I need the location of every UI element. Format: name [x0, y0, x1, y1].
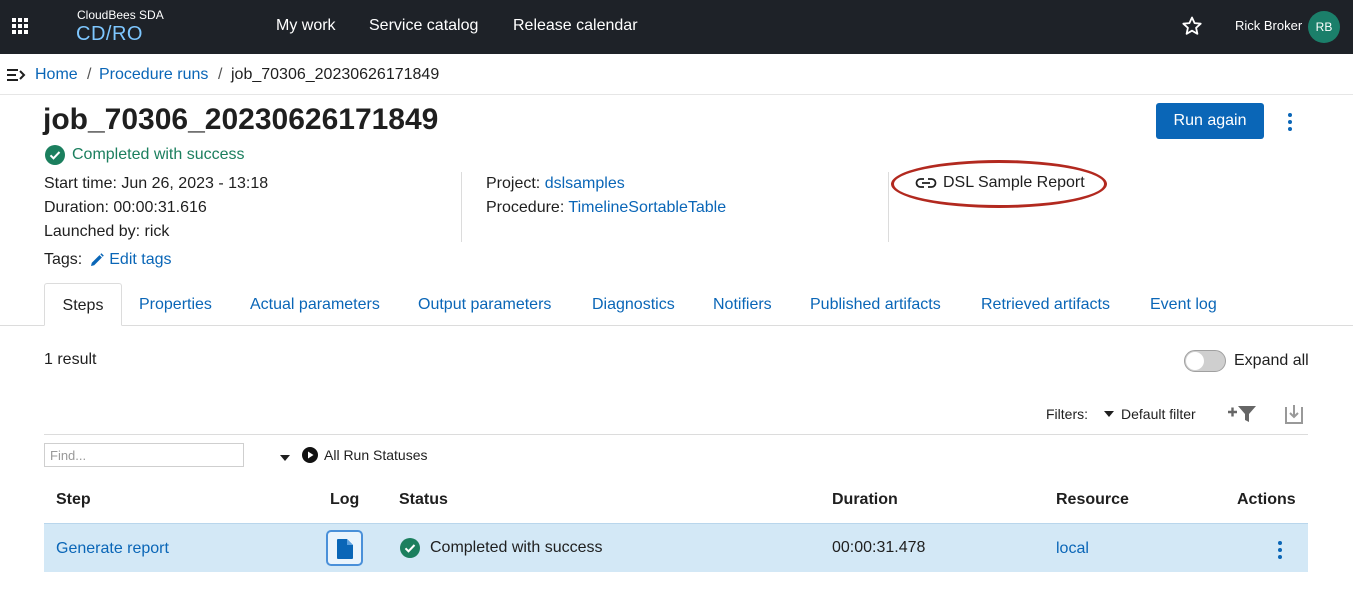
add-filter-icon[interactable] — [1227, 403, 1257, 425]
breadcrumb: Home / Procedure runs / job_70306_202306… — [0, 54, 1353, 95]
tab-output-parameters[interactable]: Output parameters — [418, 283, 551, 326]
duration-value: 00:00:31.616 — [113, 199, 207, 216]
duration-label: Duration: — [44, 199, 109, 216]
nav-my-work[interactable]: My work — [276, 17, 336, 35]
more-actions-icon[interactable] — [1287, 113, 1293, 134]
edit-tags-link[interactable]: Edit tags — [90, 251, 172, 269]
row-actions-icon[interactable] — [1277, 541, 1283, 562]
check-circle-icon — [400, 538, 420, 558]
column-header-resource[interactable]: Resource — [1056, 491, 1129, 509]
highlight-annotation — [891, 160, 1107, 208]
expand-all-toggle[interactable] — [1184, 350, 1226, 372]
run-again-button[interactable]: Run again — [1156, 103, 1264, 139]
start-time-value: Jun 26, 2023 - 13:18 — [121, 175, 269, 192]
breadcrumb-procedure-runs[interactable]: Procedure runs — [99, 66, 208, 84]
resource-link[interactable]: local — [1056, 540, 1089, 558]
breadcrumb-separator: / — [218, 66, 223, 83]
pencil-icon — [91, 253, 105, 266]
nav-service-catalog[interactable]: Service catalog — [369, 17, 478, 35]
start-time-label: Start time: — [44, 175, 117, 192]
brand-company: CloudBees SDA — [77, 8, 164, 22]
procedure: Procedure: TimelineSortableTable — [486, 199, 726, 217]
export-icon[interactable] — [1284, 403, 1304, 425]
tab-diagnostics[interactable]: Diagnostics — [592, 283, 675, 326]
project-link[interactable]: dslsamples — [545, 175, 625, 192]
menu-toggle-icon[interactable] — [6, 67, 26, 83]
breadcrumb-current: job_70306_20230626171849 — [231, 66, 440, 83]
launched-by-value: rick — [144, 223, 170, 240]
step-name-link[interactable]: Generate report — [56, 540, 169, 558]
check-circle-icon — [45, 145, 65, 165]
view-log-button[interactable] — [326, 530, 363, 566]
chevron-down-icon — [1104, 411, 1114, 417]
user-name[interactable]: Rick Broker — [1235, 18, 1302, 33]
tab-actual-parameters[interactable]: Actual parameters — [250, 283, 380, 326]
result-count: 1 result — [44, 351, 97, 368]
document-icon — [337, 539, 353, 559]
column-header-duration[interactable]: Duration — [832, 491, 898, 509]
tab-bar: Steps Properties Actual parameters Outpu… — [0, 283, 1353, 326]
chevron-down-icon[interactable] — [280, 455, 290, 461]
tab-event-log[interactable]: Event log — [1150, 283, 1217, 326]
expand-all-label: Expand all — [1234, 352, 1309, 369]
run-status-label: All Run Statuses — [324, 447, 428, 463]
tab-notifiers[interactable]: Notifiers — [713, 283, 772, 326]
launched-by-label: Launched by: — [44, 223, 141, 240]
find-input[interactable] — [44, 443, 244, 467]
procedure-label: Procedure: — [486, 199, 565, 216]
duration: Duration: 00:00:31.616 — [44, 199, 207, 217]
tab-published-artifacts[interactable]: Published artifacts — [810, 283, 941, 326]
launched-by: Launched by: rick — [44, 223, 169, 241]
table-row[interactable]: Generate report Completed with success 0… — [44, 523, 1308, 572]
avatar[interactable]: RB — [1308, 11, 1340, 43]
brand-product[interactable]: CD/RO — [76, 23, 143, 46]
tab-steps[interactable]: Steps — [44, 283, 122, 326]
start-time: Start time: Jun 26, 2023 - 13:18 — [44, 175, 268, 193]
filter-dropdown[interactable]: Default filter — [1104, 406, 1196, 422]
step-status: Completed with success — [400, 538, 603, 558]
job-status-text: Completed with success — [72, 146, 245, 163]
divider — [461, 172, 462, 242]
procedure-link[interactable]: TimelineSortableTable — [568, 199, 726, 216]
nav-release-calendar[interactable]: Release calendar — [513, 17, 638, 35]
tags-label: Tags: — [44, 251, 83, 268]
divider — [44, 434, 1308, 435]
edit-tags-label: Edit tags — [109, 251, 172, 268]
job-status: Completed with success — [45, 145, 245, 165]
tab-retrieved-artifacts[interactable]: Retrieved artifacts — [981, 283, 1110, 326]
column-header-log: Log — [330, 491, 360, 508]
star-icon[interactable] — [1180, 14, 1204, 38]
divider — [888, 172, 889, 242]
breadcrumb-separator: / — [87, 66, 92, 83]
project: Project: dslsamples — [486, 175, 625, 193]
filters-label: Filters: — [1046, 406, 1088, 422]
step-duration: 00:00:31.478 — [832, 539, 926, 556]
run-status-filter[interactable]: All Run Statuses — [302, 447, 428, 463]
project-label: Project: — [486, 175, 541, 192]
step-status-text: Completed with success — [430, 539, 603, 556]
page-title: job_70306_20230626171849 — [43, 103, 439, 136]
tags: Tags: Edit tags — [44, 251, 172, 269]
breadcrumb-home[interactable]: Home — [35, 66, 78, 84]
play-circle-icon — [302, 447, 318, 463]
filter-dropdown-value: Default filter — [1121, 406, 1196, 422]
tab-properties[interactable]: Properties — [139, 283, 212, 326]
column-header-status[interactable]: Status — [399, 491, 448, 509]
column-header-actions: Actions — [1237, 491, 1296, 508]
column-header-step[interactable]: Step — [56, 491, 91, 509]
apps-grid-icon[interactable] — [12, 18, 28, 34]
top-nav-bar: CloudBees SDA CD/RO My work Service cata… — [0, 0, 1353, 54]
